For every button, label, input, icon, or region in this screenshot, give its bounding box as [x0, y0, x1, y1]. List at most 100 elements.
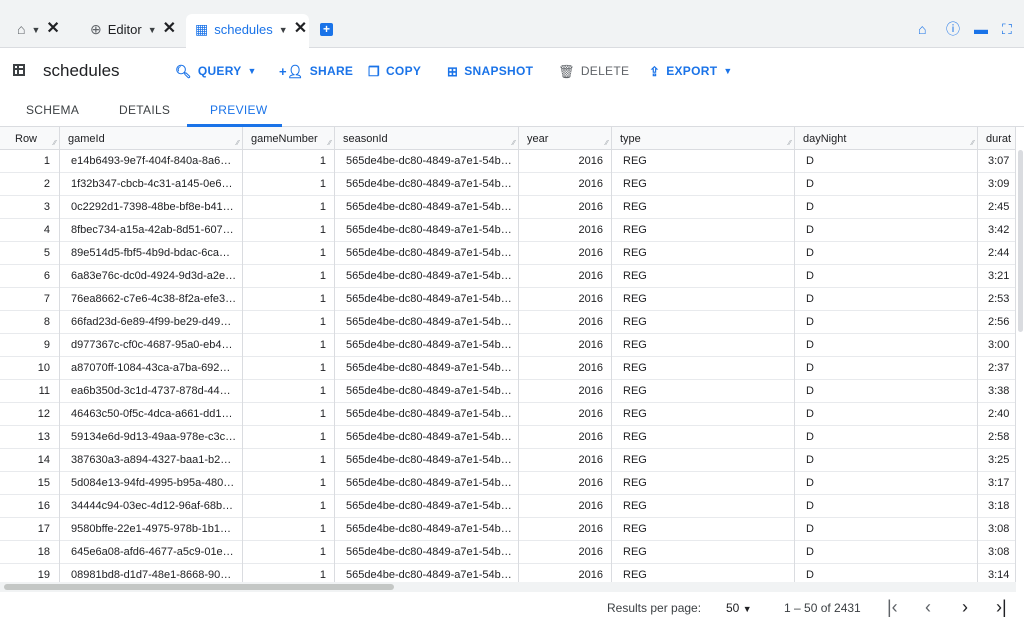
table-row[interactable]: 1 e14b6493-9e7f-404f-840a-8a6… 1 565de4be-d…	[0, 150, 1016, 173]
cell-duration: 3:00	[978, 334, 1016, 357]
snapshot-button[interactable]: ⊞ SNAPSHOT	[447, 64, 533, 78]
results-per-page-select[interactable]: 50 ▼	[726, 601, 752, 615]
tab-schema[interactable]: SCHEMA	[26, 103, 79, 117]
first-page-icon[interactable]: |‹	[887, 597, 898, 618]
column-resize-handle[interactable]: ⁄⁄	[606, 140, 608, 147]
cell-row-number: 11	[0, 380, 60, 403]
cell-gamenumber: 1	[243, 541, 335, 564]
cell-row-number: 13	[0, 426, 60, 449]
tab-editor[interactable]: ⊕ Editor ▼ ✕	[90, 14, 176, 48]
home-notification-icon[interactable]: ⌂	[918, 22, 926, 36]
copy-button[interactable]: ❐ COPY	[368, 64, 421, 78]
horizontal-scrollbar-thumb[interactable]	[4, 584, 394, 590]
cell-row-number: 9	[0, 334, 60, 357]
table-row[interactable]: 11 ea6b350d-3c1d-4737-878d-44… 1 565de4be-d…	[0, 380, 1016, 403]
cell-seasonid: 565de4be-dc80-4849-a7e1-54b…	[335, 403, 519, 426]
column-header-seasonid[interactable]: seasonId ⁄⁄	[335, 127, 519, 150]
column-resize-handle[interactable]: ⁄⁄	[513, 140, 515, 147]
export-button[interactable]: ⇪ EXPORT ▼	[649, 64, 733, 78]
close-icon[interactable]: ✕	[294, 21, 307, 37]
chevron-down-icon[interactable]: ▼	[31, 22, 40, 38]
delete-button[interactable]: 🗑︎ DELETE	[558, 64, 629, 78]
fullscreen-icon[interactable]: ⛶	[1002, 22, 1012, 36]
column-header-row-number[interactable]: Row ⁄⁄	[0, 127, 60, 150]
column-header-type[interactable]: type ⁄⁄	[612, 127, 795, 150]
cell-row-number: 18	[0, 541, 60, 564]
cell-seasonid: 565de4be-dc80-4849-a7e1-54b…	[335, 495, 519, 518]
cell-year: 2016	[519, 495, 612, 518]
tab-home[interactable]: ⌂ ▼ ✕	[17, 14, 60, 48]
table-row[interactable]: 2 1f32b347-cbcb-4c31-a145-0e6… 1 565de4be-d…	[0, 173, 1016, 196]
table-row[interactable]: 5 89e514d5-fbf5-4b9d-bdac-6ca… 1 565de4be-d…	[0, 242, 1016, 265]
table-row[interactable]: 14 387630a3-a894-4327-baa1-b2… 1 565de4be-d…	[0, 449, 1016, 472]
cell-gameid: 9580bffe-22e1-4975-978b-1b1…	[60, 518, 243, 541]
cell-year: 2016	[519, 403, 612, 426]
cell-seasonid: 565de4be-dc80-4849-a7e1-54b…	[335, 518, 519, 541]
table-row[interactable]: 10 a87070ff-1084-43ca-a7ba-692… 1 565de4be-…	[0, 357, 1016, 380]
chevron-down-icon: ▼	[723, 66, 733, 76]
column-resize-handle[interactable]: ⁄⁄	[237, 140, 239, 147]
last-page-icon[interactable]: ›|	[996, 597, 1007, 618]
cell-gameid: 645e6a08-afd6-4677-a5c9-01e…	[60, 541, 243, 564]
column-resize-handle[interactable]: ⁄⁄	[972, 140, 974, 147]
column-resize-handle[interactable]: ⁄⁄	[54, 140, 56, 147]
table-row[interactable]: 8 66fad23d-6e89-4f99-be29-d49… 1 565de4be-d…	[0, 311, 1016, 334]
table-row[interactable]: 18 645e6a08-afd6-4677-a5c9-01e… 1 565de4be-…	[0, 541, 1016, 564]
info-icon[interactable]: ⓘ	[946, 22, 960, 36]
cell-daynight: D	[795, 173, 978, 196]
cell-row-number: 1	[0, 150, 60, 173]
column-resize-handle[interactable]: ⁄⁄	[789, 140, 791, 147]
previous-page-icon[interactable]: ‹	[925, 597, 931, 618]
table-row[interactable]: 4 8fbec734-a15a-42ab-8d51-607… 1 565de4be-d…	[0, 219, 1016, 242]
cell-daynight: D	[795, 288, 978, 311]
cell-gamenumber: 1	[243, 357, 335, 380]
column-header-year[interactable]: year ⁄⁄	[519, 127, 612, 150]
cell-duration: 2:53	[978, 288, 1016, 311]
column-header-gameid[interactable]: gameId ⁄⁄	[60, 127, 243, 150]
column-resize-handle[interactable]: ⁄⁄	[329, 140, 331, 147]
cell-row-number: 3	[0, 196, 60, 219]
table-row[interactable]: 16 34444c94-03ec-4d12-96af-68b… 1 565de4be-…	[0, 495, 1016, 518]
cell-seasonid: 565de4be-dc80-4849-a7e1-54b…	[335, 357, 519, 380]
cell-duration: 3:14	[978, 564, 1016, 582]
cell-type: REG	[612, 495, 795, 518]
cell-row-number: 10	[0, 357, 60, 380]
column-header-daynight[interactable]: dayNight ⁄⁄	[795, 127, 978, 150]
query-button[interactable]: 🔍︎ QUERY ▼	[175, 64, 257, 78]
cell-seasonid: 565de4be-dc80-4849-a7e1-54b…	[335, 334, 519, 357]
table-row[interactable]: 13 59134e6d-9d13-49aa-978e-c3c… 1 565de4be-…	[0, 426, 1016, 449]
close-icon[interactable]: ✕	[46, 21, 59, 37]
chevron-down-icon[interactable]: ▼	[279, 22, 288, 38]
cell-daynight: D	[795, 242, 978, 265]
cell-type: REG	[612, 357, 795, 380]
cell-year: 2016	[519, 219, 612, 242]
table-row[interactable]: 15 5d084e13-94fd-4995-b95a-480… 1 565de4be-…	[0, 472, 1016, 495]
table-row[interactable]: 7 76ea8662-c7e6-4c38-8f2a-efe3… 1 565de4be-…	[0, 288, 1016, 311]
table-row[interactable]: 9 d977367c-cf0c-4687-95a0-eb4… 1 565de4be-d…	[0, 334, 1016, 357]
export-label: EXPORT	[666, 64, 718, 78]
close-icon[interactable]: ✕	[163, 21, 176, 37]
table-row[interactable]: 6 6a83e76c-dc0d-4924-9d3d-a2e… 1 565de4be-d…	[0, 265, 1016, 288]
cell-seasonid: 565de4be-dc80-4849-a7e1-54b…	[335, 472, 519, 495]
share-button[interactable]: +👤︎ SHARE	[279, 64, 353, 78]
vertical-scrollbar-thumb[interactable]	[1018, 150, 1023, 332]
table-header-row: Row ⁄⁄ gameId ⁄⁄ gameNumber ⁄⁄ seasonId ⁄⁄ year ⁄…	[0, 127, 1016, 150]
keyboard-icon[interactable]: ▬	[974, 22, 988, 36]
cell-row-number: 2	[0, 173, 60, 196]
table-row[interactable]: 3 0c2292d1-7398-48be-bf8e-b41… 1 565de4be-d…	[0, 196, 1016, 219]
column-header-duration[interactable]: durat	[978, 127, 1016, 150]
cell-duration: 3:18	[978, 495, 1016, 518]
chevron-down-icon[interactable]: ▼	[148, 22, 157, 38]
table-row[interactable]: 12 46463c50-0f5c-4dca-a661-dd1… 1 565de4be-…	[0, 403, 1016, 426]
cell-daynight: D	[795, 334, 978, 357]
column-header-label: gameNumber	[251, 133, 318, 145]
column-header-gamenumber[interactable]: gameNumber ⁄⁄	[243, 127, 335, 150]
table-row[interactable]: 19 08981bd8-d1d7-48e1-8668-90… 1 565de4be-d…	[0, 564, 1016, 582]
next-page-icon[interactable]: ›	[962, 597, 968, 618]
add-tab-button[interactable]: +	[320, 23, 333, 36]
tab-preview[interactable]: PREVIEW	[210, 103, 267, 117]
table-row[interactable]: 17 9580bffe-22e1-4975-978b-1b1… 1 565de4be-…	[0, 518, 1016, 541]
tab-details[interactable]: DETAILS	[119, 103, 170, 117]
tab-schedules[interactable]: ▦ schedules ▼ ✕	[186, 14, 309, 48]
cell-daynight: D	[795, 472, 978, 495]
